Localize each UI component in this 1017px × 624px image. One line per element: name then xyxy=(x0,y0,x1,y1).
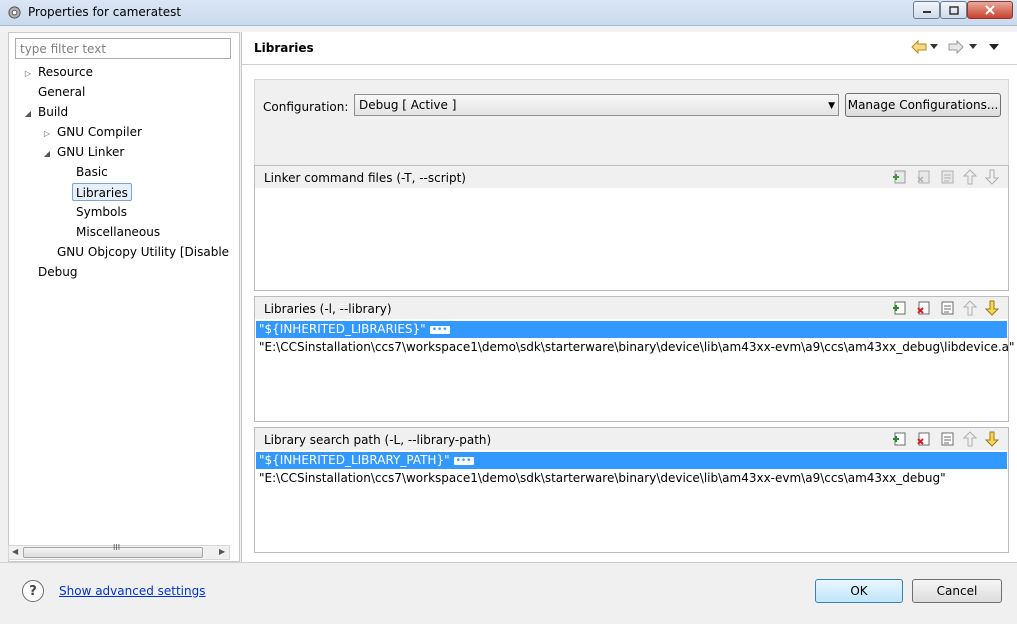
collapse-gnu-linker-icon[interactable]: ◢ xyxy=(42,149,52,159)
section-title: Linker command files (-T, --script) xyxy=(264,171,466,185)
tree-item-basic[interactable]: Basic xyxy=(76,163,108,181)
delete-icon[interactable] xyxy=(916,169,932,185)
tree-item-gnu-linker[interactable]: GNU Linker xyxy=(57,143,124,161)
edit-icon[interactable] xyxy=(940,300,956,316)
edit-icon[interactable] xyxy=(940,431,956,447)
maximize-button[interactable] xyxy=(940,1,967,19)
move-down-icon[interactable] xyxy=(984,431,1000,447)
back-arrow-icon[interactable] xyxy=(911,40,927,54)
move-up-icon[interactable] xyxy=(962,431,978,447)
collapse-build-icon[interactable]: ◢ xyxy=(23,109,33,119)
maximize-icon xyxy=(948,5,959,15)
chevron-down-icon: ▼ xyxy=(828,101,835,111)
linker-command-files-section: Linker command files (-T, --script) xyxy=(254,165,1009,291)
view-menu-icon[interactable] xyxy=(989,44,999,51)
scroll-left-icon[interactable]: ◀ xyxy=(12,547,18,556)
dialog-footer: ? Show advanced settings OK Cancel xyxy=(0,562,1017,624)
tree-item-debug[interactable]: Debug xyxy=(38,263,77,281)
move-down-icon[interactable] xyxy=(984,300,1000,316)
tree-item-libraries[interactable]: Libraries xyxy=(72,183,132,201)
add-icon[interactable] xyxy=(892,300,908,316)
section-header: Library search path (-L, --library-path) xyxy=(255,428,1008,450)
add-icon[interactable] xyxy=(892,169,908,185)
close-icon xyxy=(985,5,995,15)
help-icon[interactable]: ? xyxy=(22,580,44,602)
minimize-button[interactable] xyxy=(913,1,940,19)
ok-button[interactable]: OK xyxy=(815,579,903,603)
list-item[interactable]: "E:\CCSinstallation\ccs7\workspace1\demo… xyxy=(256,470,1007,487)
libraries-section: Libraries (-l, --library) "${INHERITED_L… xyxy=(254,296,1015,422)
list-item[interactable]: "${INHERITED_LIBRARY_PATH}" ••• xyxy=(256,452,1007,469)
tree-item-resource[interactable]: Resource xyxy=(38,63,93,81)
section-header: Libraries (-l, --library) xyxy=(255,297,1008,319)
tree-item-miscellaneous[interactable]: Miscellaneous xyxy=(76,223,160,241)
ellipsis-icon: ••• xyxy=(429,324,450,335)
configuration-box: Configuration: Debug [ Active ] ▼ Manage… xyxy=(254,79,1009,179)
back-dropdown-icon[interactable] xyxy=(930,44,938,50)
tree-item-build[interactable]: Build xyxy=(38,103,68,121)
page-title: Libraries xyxy=(254,41,314,55)
section-toolbar xyxy=(892,431,1004,448)
add-icon[interactable] xyxy=(892,431,908,447)
section-toolbar xyxy=(892,300,1004,317)
delete-icon[interactable] xyxy=(916,300,932,316)
show-advanced-settings-link[interactable]: Show advanced settings xyxy=(59,584,206,598)
configuration-label: Configuration: xyxy=(263,100,349,114)
window-title: Properties for cameratest xyxy=(28,5,182,19)
scroll-grip: III xyxy=(113,543,121,552)
list-item[interactable]: "E:\CCSinstallation\ccs7\workspace1\demo… xyxy=(256,339,1015,356)
properties-page: Libraries Configuration: Debug [ Active … xyxy=(242,32,1017,562)
tree-item-general[interactable]: General xyxy=(38,83,85,101)
section-toolbar xyxy=(892,169,1004,186)
tree-item-symbols[interactable]: Symbols xyxy=(76,203,127,221)
filter-input[interactable] xyxy=(15,38,231,59)
move-up-icon[interactable] xyxy=(962,169,978,185)
expand-resource-icon[interactable]: ▷ xyxy=(23,69,33,79)
property-tree-pane: ▷ Resource General ◢ Build ▷ GNU Compile… xyxy=(8,32,240,562)
ellipsis-icon: ••• xyxy=(453,455,474,466)
manage-configurations-button[interactable]: Manage Configurations... xyxy=(845,93,1001,117)
delete-icon[interactable] xyxy=(916,431,932,447)
tree-item-gnu-compiler[interactable]: GNU Compiler xyxy=(57,123,142,141)
app-gear-icon xyxy=(8,6,21,19)
section-title: Library search path (-L, --library-path) xyxy=(264,433,492,447)
move-up-icon[interactable] xyxy=(962,300,978,316)
forward-dropdown-icon[interactable] xyxy=(969,44,977,50)
edit-icon[interactable] xyxy=(940,169,956,185)
close-button[interactable] xyxy=(967,1,1013,19)
minimize-icon xyxy=(922,11,931,13)
section-title: Libraries (-l, --library) xyxy=(264,302,392,316)
expand-gnu-compiler-icon[interactable]: ▷ xyxy=(42,129,52,139)
tree-item-gnu-objcopy[interactable]: GNU Objcopy Utility [Disable xyxy=(57,243,232,261)
tree-horizontal-scrollbar[interactable]: ◀ III ▶ xyxy=(8,543,230,560)
configuration-value: Debug [ Active ] xyxy=(359,98,457,112)
title-bar: Properties for cameratest xyxy=(0,0,1017,26)
list-item[interactable]: "${INHERITED_LIBRARIES}" ••• xyxy=(256,321,1007,338)
section-header: Linker command files (-T, --script) xyxy=(255,166,1008,188)
page-nav xyxy=(903,39,1003,57)
forward-arrow-icon[interactable] xyxy=(948,40,964,54)
title-separator xyxy=(242,64,1017,65)
configuration-dropdown[interactable]: Debug [ Active ] ▼ xyxy=(354,94,839,116)
library-search-path-section: Library search path (-L, --library-path)… xyxy=(254,427,1009,553)
cancel-button[interactable]: Cancel xyxy=(912,579,1002,603)
scroll-right-icon[interactable]: ▶ xyxy=(219,547,225,556)
move-down-icon[interactable] xyxy=(984,169,1000,185)
